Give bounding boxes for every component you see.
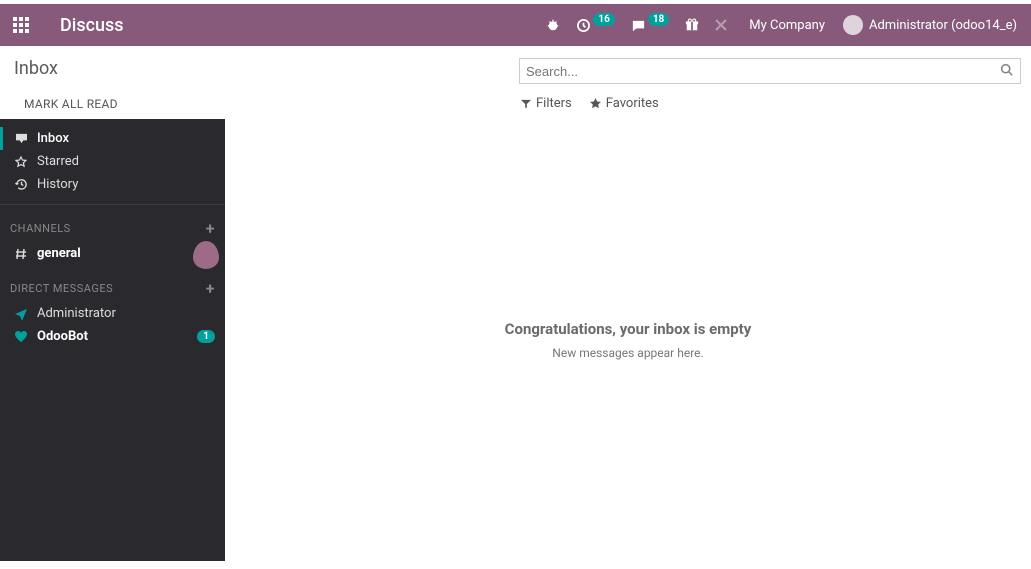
sidebar-item-channel-general[interactable]: general xyxy=(0,242,225,265)
avatar xyxy=(843,15,863,35)
inbox-icon xyxy=(14,133,28,144)
gift-button[interactable] xyxy=(677,18,707,32)
breadcrumb: Inbox xyxy=(14,58,519,79)
chat-icon xyxy=(631,18,646,33)
hash-icon xyxy=(14,248,28,260)
sidebar-item-label: general xyxy=(37,246,81,261)
messages-button[interactable]: 18 xyxy=(623,18,677,33)
filters-button[interactable]: Filters xyxy=(521,96,572,111)
plane-icon xyxy=(14,308,28,320)
mark-all-read-button[interactable]: MARK ALL READ xyxy=(14,89,519,119)
clock-icon xyxy=(576,18,591,33)
sidebar-item-label: Inbox xyxy=(37,131,69,146)
close-icon xyxy=(715,19,727,31)
company-selector[interactable]: My Company xyxy=(735,18,839,33)
user-label: Administrator (odoo14_e) xyxy=(869,18,1017,33)
sidebar-item-history[interactable]: History xyxy=(0,173,225,196)
gift-icon xyxy=(685,18,699,32)
empty-title: Congratulations, your inbox is empty xyxy=(505,320,752,338)
user-menu[interactable]: Administrator (odoo14_e) xyxy=(839,15,1021,35)
sidebar-section-channels: CHANNELS + xyxy=(0,205,225,242)
empty-subtitle: New messages appear here. xyxy=(552,346,703,360)
activities-button[interactable]: 16 xyxy=(568,18,622,33)
favorites-label: Favorites xyxy=(606,96,659,111)
messages-badge: 18 xyxy=(648,13,669,26)
star-outline-icon xyxy=(14,156,28,168)
control-panel: Inbox MARK ALL READ Filters Favorites xyxy=(0,46,1031,119)
channels-header-label: CHANNELS xyxy=(10,222,71,235)
star-icon xyxy=(590,98,601,109)
unread-badge: 1 xyxy=(197,330,215,343)
main-area: Inbox Starred History CHANNELS + general xyxy=(0,119,1031,561)
sidebar-section-dm: DIRECT MESSAGES + xyxy=(0,265,225,302)
search-icon[interactable] xyxy=(1000,63,1013,76)
top-navbar: Discuss 16 18 My Company Administrator (… xyxy=(0,4,1031,46)
debug-button[interactable] xyxy=(538,18,568,32)
history-icon xyxy=(14,178,28,191)
filter-icon xyxy=(521,99,531,109)
sidebar-item-label: Administrator xyxy=(37,306,116,321)
search-input[interactable] xyxy=(519,58,1021,84)
sidebar-item-label: OdooBot xyxy=(37,329,88,344)
sidebar-item-label: History xyxy=(37,177,78,192)
add-channel-button[interactable]: + xyxy=(206,219,215,238)
close-panel-button[interactable] xyxy=(707,19,735,31)
sidebar-item-starred[interactable]: Starred xyxy=(0,150,225,173)
bug-icon xyxy=(546,18,560,32)
favorites-button[interactable]: Favorites xyxy=(590,96,659,111)
sidebar-item-dm-odoobot[interactable]: OdooBot 1 xyxy=(0,325,225,348)
apps-menu-button[interactable] xyxy=(0,4,42,46)
heart-icon xyxy=(14,331,28,342)
sidebar-item-inbox[interactable]: Inbox xyxy=(0,127,225,150)
sidebar-item-label: Starred xyxy=(37,154,79,169)
sidebar-item-dm-admin[interactable]: Administrator xyxy=(0,302,225,325)
apps-grid-icon xyxy=(13,17,29,33)
odoo-drop-icon xyxy=(193,241,219,269)
sidebar: Inbox Starred History CHANNELS + general xyxy=(0,119,225,561)
add-dm-button[interactable]: + xyxy=(206,279,215,298)
filters-label: Filters xyxy=(536,96,572,111)
dm-header-label: DIRECT MESSAGES xyxy=(10,282,113,295)
activities-badge: 16 xyxy=(593,13,614,26)
content-area: Congratulations, your inbox is empty New… xyxy=(225,119,1031,561)
app-title: Discuss xyxy=(42,15,124,36)
